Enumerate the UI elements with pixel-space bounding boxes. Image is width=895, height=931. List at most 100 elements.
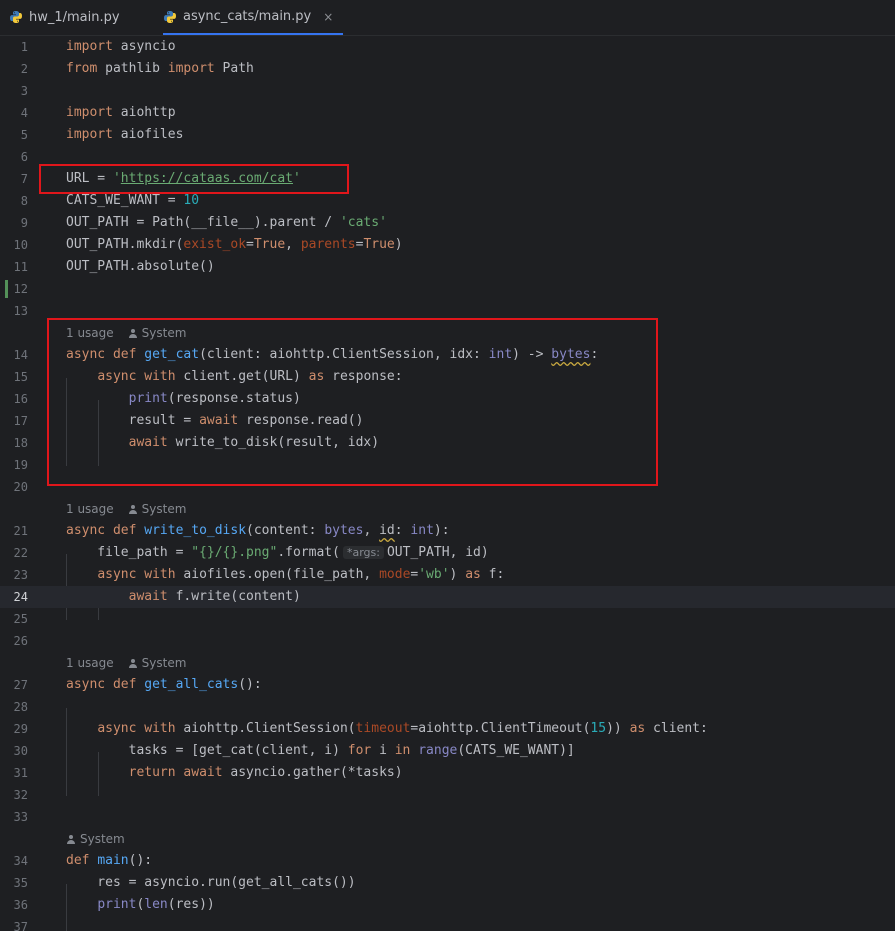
code-line: 1 import asyncio [0,36,895,58]
line-number: 19 [13,458,28,472]
tab-hw1-main[interactable]: hw_1/main.py [9,0,149,34]
line-number: 10 [13,238,28,252]
usage-hint[interactable]: 1 usage System [0,652,895,674]
line-number: 27 [13,678,28,692]
code-line: 12 [0,278,895,300]
code-line: 36 print(len(res)) [0,894,895,916]
line-number: 3 [20,84,28,98]
code-line: 2 from pathlib import Path [0,58,895,80]
line-number: 6 [20,150,28,164]
usage-hint-text: 1 usage System [66,502,187,516]
code-line: 26 [0,630,895,652]
line-number: 34 [13,854,28,868]
tab-async-cats-main[interactable]: async_cats/main.py × [163,0,343,35]
code-line: 9 OUT_PATH = Path(__file__).parent / 'cat… [0,212,895,234]
code-line: 37 [0,916,895,931]
usage-hint-text: 1 usage System [66,656,187,670]
code-line: 25 [0,608,895,630]
code-text: print(len(res)) [97,897,215,912]
close-icon[interactable]: × [323,10,333,24]
line-number: 13 [13,304,28,318]
code-text: OUT_PATH = Path(__file__).parent / 'cats… [66,215,387,230]
code-text: file_path = "{}/{}.png".format(*args: OUT… [66,545,489,560]
line-number: 25 [13,612,28,626]
line-number: 18 [13,436,28,450]
line-number: 29 [13,722,28,736]
line-number: 20 [13,480,28,494]
line-number: 37 [13,920,28,931]
code-line: 3 [0,80,895,102]
code-text: def main(): [66,853,153,868]
code-text: await f.write(content) [128,589,301,604]
tab-label: hw_1/main.py [29,9,120,25]
line-number: 16 [13,392,28,406]
line-number: 9 [20,216,28,230]
line-number: 7 [20,172,28,186]
code-line: 23 async with aiofiles.open(file_path, m… [0,564,895,586]
usage-hint[interactable]: 1 usage System [0,498,895,520]
line-number: 12 [13,282,28,296]
line-number: 2 [20,62,28,76]
code-text: OUT_PATH.mkdir(exist_ok=True, parents=Tr… [66,237,403,252]
code-line: 32 [0,784,895,806]
line-number: 17 [13,414,28,428]
python-icon [164,10,176,23]
code-line: 33 [0,806,895,828]
line-number: 32 [13,788,28,802]
line-number: 14 [13,348,28,362]
code-editor[interactable]: 1 import asyncio 2 from pathlib import Pat… [0,36,895,931]
line-number: 4 [20,106,28,120]
line-number: 5 [20,128,28,142]
author-hint[interactable]: System [0,828,895,850]
person-icon [128,659,137,668]
line-number: 1 [20,40,28,54]
line-number: 22 [13,546,28,560]
code-line: 27 async def get_all_cats(): [0,674,895,696]
line-number: 26 [13,634,28,648]
code-text: import aiofiles [66,127,184,142]
tab-label: async_cats/main.py [183,9,312,24]
line-number: 33 [13,810,28,824]
line-number: 8 [20,194,28,208]
code-line: 29 async with aiohttp.ClientSession(time… [0,718,895,740]
annotation-box-get-cat [47,318,658,486]
line-number: 30 [13,744,28,758]
code-text: OUT_PATH.absolute() [66,259,215,274]
code-line: 11 OUT_PATH.absolute() [0,256,895,278]
code-text: from pathlib import Path [66,61,254,76]
line-number: 23 [13,568,28,582]
line-number: 28 [13,700,28,714]
line-number: 11 [13,260,28,274]
line-number: 21 [13,524,28,538]
line-number: 36 [13,898,28,912]
python-icon [10,11,22,23]
parameter-hint: *args: [342,546,384,559]
person-icon [128,505,137,514]
current-code-line: 24 await f.write(content) [0,586,895,608]
code-line: 21 async def write_to_disk(content: bytes… [0,520,895,542]
code-line: 34 def main(): [0,850,895,872]
code-line: 31 return await asyncio.gather(*tasks) [0,762,895,784]
annotation-box-url [39,164,349,194]
code-line: 28 [0,696,895,718]
line-number: 35 [13,876,28,890]
code-line: 4 import aiohttp [0,102,895,124]
code-text: res = asyncio.run(get_all_cats()) [66,875,356,890]
code-text: import aiohttp [66,105,176,120]
author-hint-text: System [66,828,125,850]
code-line: 10 OUT_PATH.mkdir(exist_ok=True, parents=… [0,234,895,256]
code-text: async def write_to_disk(content: bytes, … [66,523,450,538]
person-icon [67,835,75,844]
code-text: async with aiohttp.ClientSession(timeout… [97,721,708,736]
line-number: 15 [13,370,28,384]
editor-tab-bar: hw_1/main.py async_cats/main.py × [0,0,895,36]
code-line: 22 file_path = "{}/{}.png".format(*args:… [0,542,895,564]
code-text: import asyncio [66,39,176,54]
code-line: 30 tasks = [get_cat(client, i) for i in … [0,740,895,762]
line-number: 24 [13,590,28,604]
code-text: tasks = [get_cat(client, i) for i in ran… [66,743,575,758]
code-text: async with aiofiles.open(file_path, mode… [97,567,505,582]
code-line: 35 res = asyncio.run(get_all_cats()) [0,872,895,894]
code-text: async def get_all_cats(): [66,677,262,692]
code-text: return await asyncio.gather(*tasks) [128,765,403,780]
